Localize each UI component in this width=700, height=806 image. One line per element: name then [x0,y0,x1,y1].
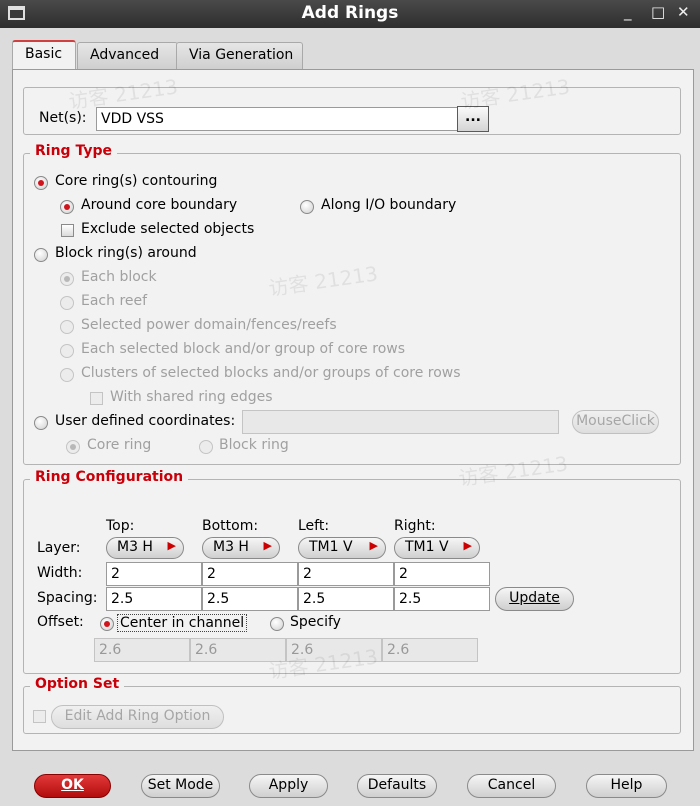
tab-basic[interactable]: Basic [12,40,76,71]
cancel-button[interactable]: Cancel [467,774,556,798]
center-in-channel-label: Center in channel [117,614,248,632]
dialog-button-bar: OK Set Mode Apply Defaults Cancel Help [0,752,700,806]
along-io-radio[interactable] [300,200,314,214]
nets-browse-button[interactable]: ... [457,106,489,132]
spacing-bottom-input[interactable]: 2.5 [202,587,298,611]
along-io-label: Along I/O boundary [321,197,457,213]
clusters-label: Clusters of selected blocks and/or group… [81,365,461,381]
option-set-group: Option Set Edit Add Ring Option [23,676,681,734]
layer-left-value: TM1 V [309,539,353,555]
window-title: Add Rings [301,3,399,23]
selected-power-domain-radio[interactable] [60,320,74,334]
clusters-radio[interactable] [60,368,74,382]
each-reef-label: Each reef [81,293,148,309]
edit-add-ring-option-button[interactable]: Edit Add Ring Option [51,705,224,729]
mouse-click-button[interactable]: MouseClick [572,410,659,434]
offset-label: Offset: [37,614,84,630]
layer-bottom-value: M3 H [213,539,249,555]
update-label: Update [509,590,560,606]
width-left-input[interactable]: 2 [298,562,394,586]
offset-bottom-input[interactable]: 2.6 [190,638,286,662]
core-ring-radio[interactable] [34,176,48,190]
block-ring-option-radio[interactable] [199,440,213,454]
selected-power-domain-label: Selected power domain/fences/reefs [81,317,337,333]
triangle-right-icon: ▶ [263,539,272,552]
tab-advanced[interactable]: Advanced [77,42,178,69]
layer-left-select[interactable]: TM1 V ▶ [298,537,386,559]
ok-button[interactable]: OK [34,774,111,798]
update-button[interactable]: Update [495,587,574,611]
specify-radio[interactable] [270,617,284,631]
triangle-right-icon: ▶ [369,539,378,552]
spacing-right-input[interactable]: 2.5 [394,587,490,611]
width-bottom-input[interactable]: 2 [202,562,298,586]
shared-edges-checkbox[interactable] [90,392,103,405]
layer-top-value: M3 H [117,539,153,555]
option-set-checkbox[interactable] [33,710,46,723]
minimize-button[interactable]: _ [624,3,632,21]
around-core-radio[interactable] [60,200,74,214]
offset-left-input[interactable]: 2.6 [286,638,382,662]
block-ring-radio[interactable] [34,248,48,262]
basic-tab-panel: Net(s): VDD VSS ... Ring Type Core ring(… [12,69,694,751]
option-set-legend: Option Set [30,676,125,692]
user-defined-radio[interactable] [34,416,48,430]
around-core-label: Around core boundary [81,197,238,213]
col-header-bottom: Bottom: [202,518,259,534]
each-block-label: Each block [81,269,157,285]
center-in-channel-radio[interactable] [100,617,114,631]
nets-input[interactable]: VDD VSS [96,107,458,131]
core-ring-label: Core ring(s) contouring [55,173,218,189]
core-ring-option-label: Core ring [87,437,152,453]
col-header-top: Top: [106,518,135,534]
ring-type-legend: Ring Type [30,143,117,159]
user-defined-label: User defined coordinates: [55,413,236,429]
block-ring-label: Block ring(s) around [55,245,197,261]
ring-type-group: Ring Type Core ring(s) contouring Around… [23,143,681,465]
maximize-button[interactable]: □ [651,3,665,21]
nets-group: Net(s): VDD VSS ... [23,87,681,135]
layer-right-select[interactable]: TM1 V ▶ [394,537,480,559]
help-button[interactable]: Help [586,774,667,798]
width-right-input[interactable]: 2 [394,562,490,586]
ring-configuration-legend: Ring Configuration [30,469,189,485]
each-block-radio[interactable] [60,272,74,286]
spacing-top-input[interactable]: 2.5 [106,587,202,611]
specify-label: Specify [290,614,341,630]
title-bar: Add Rings _ □ ✕ [0,0,700,28]
width-top-input[interactable]: 2 [106,562,202,586]
layer-top-select[interactable]: M3 H ▶ [106,537,184,559]
col-header-left: Left: [298,518,330,534]
ring-configuration-group: Ring Configuration Top: Bottom: Left: Ri… [23,469,681,674]
each-reef-radio[interactable] [60,296,74,310]
col-header-right: Right: [394,518,436,534]
each-selected-block-radio[interactable] [60,344,74,358]
layer-bottom-select[interactable]: M3 H ▶ [202,537,280,559]
ok-label: OK [61,777,84,793]
triangle-right-icon: ▶ [463,539,472,552]
spacing-left-input[interactable]: 2.5 [298,587,394,611]
offset-top-input[interactable]: 2.6 [94,638,190,662]
each-selected-block-label: Each selected block and/or group of core… [81,341,406,357]
exclude-selected-label: Exclude selected objects [81,221,255,237]
defaults-button[interactable]: Defaults [357,774,437,798]
width-label: Width: [37,565,83,581]
core-ring-option-radio[interactable] [66,440,80,454]
spacing-label: Spacing: [37,590,98,606]
layer-label: Layer: [37,540,81,556]
triangle-right-icon: ▶ [167,539,176,552]
block-ring-option-label: Block ring [219,437,289,453]
set-mode-button[interactable]: Set Mode [141,774,220,798]
apply-button[interactable]: Apply [249,774,328,798]
close-button[interactable]: ✕ [677,3,690,21]
tab-via-generation[interactable]: Via Generation [176,42,303,69]
shared-edges-label: With shared ring edges [110,389,273,405]
layer-right-value: TM1 V [405,539,449,555]
user-coordinates-input[interactable] [242,410,559,434]
nets-label: Net(s): [39,110,87,126]
exclude-selected-checkbox[interactable] [61,224,74,237]
offset-right-input[interactable]: 2.6 [382,638,478,662]
